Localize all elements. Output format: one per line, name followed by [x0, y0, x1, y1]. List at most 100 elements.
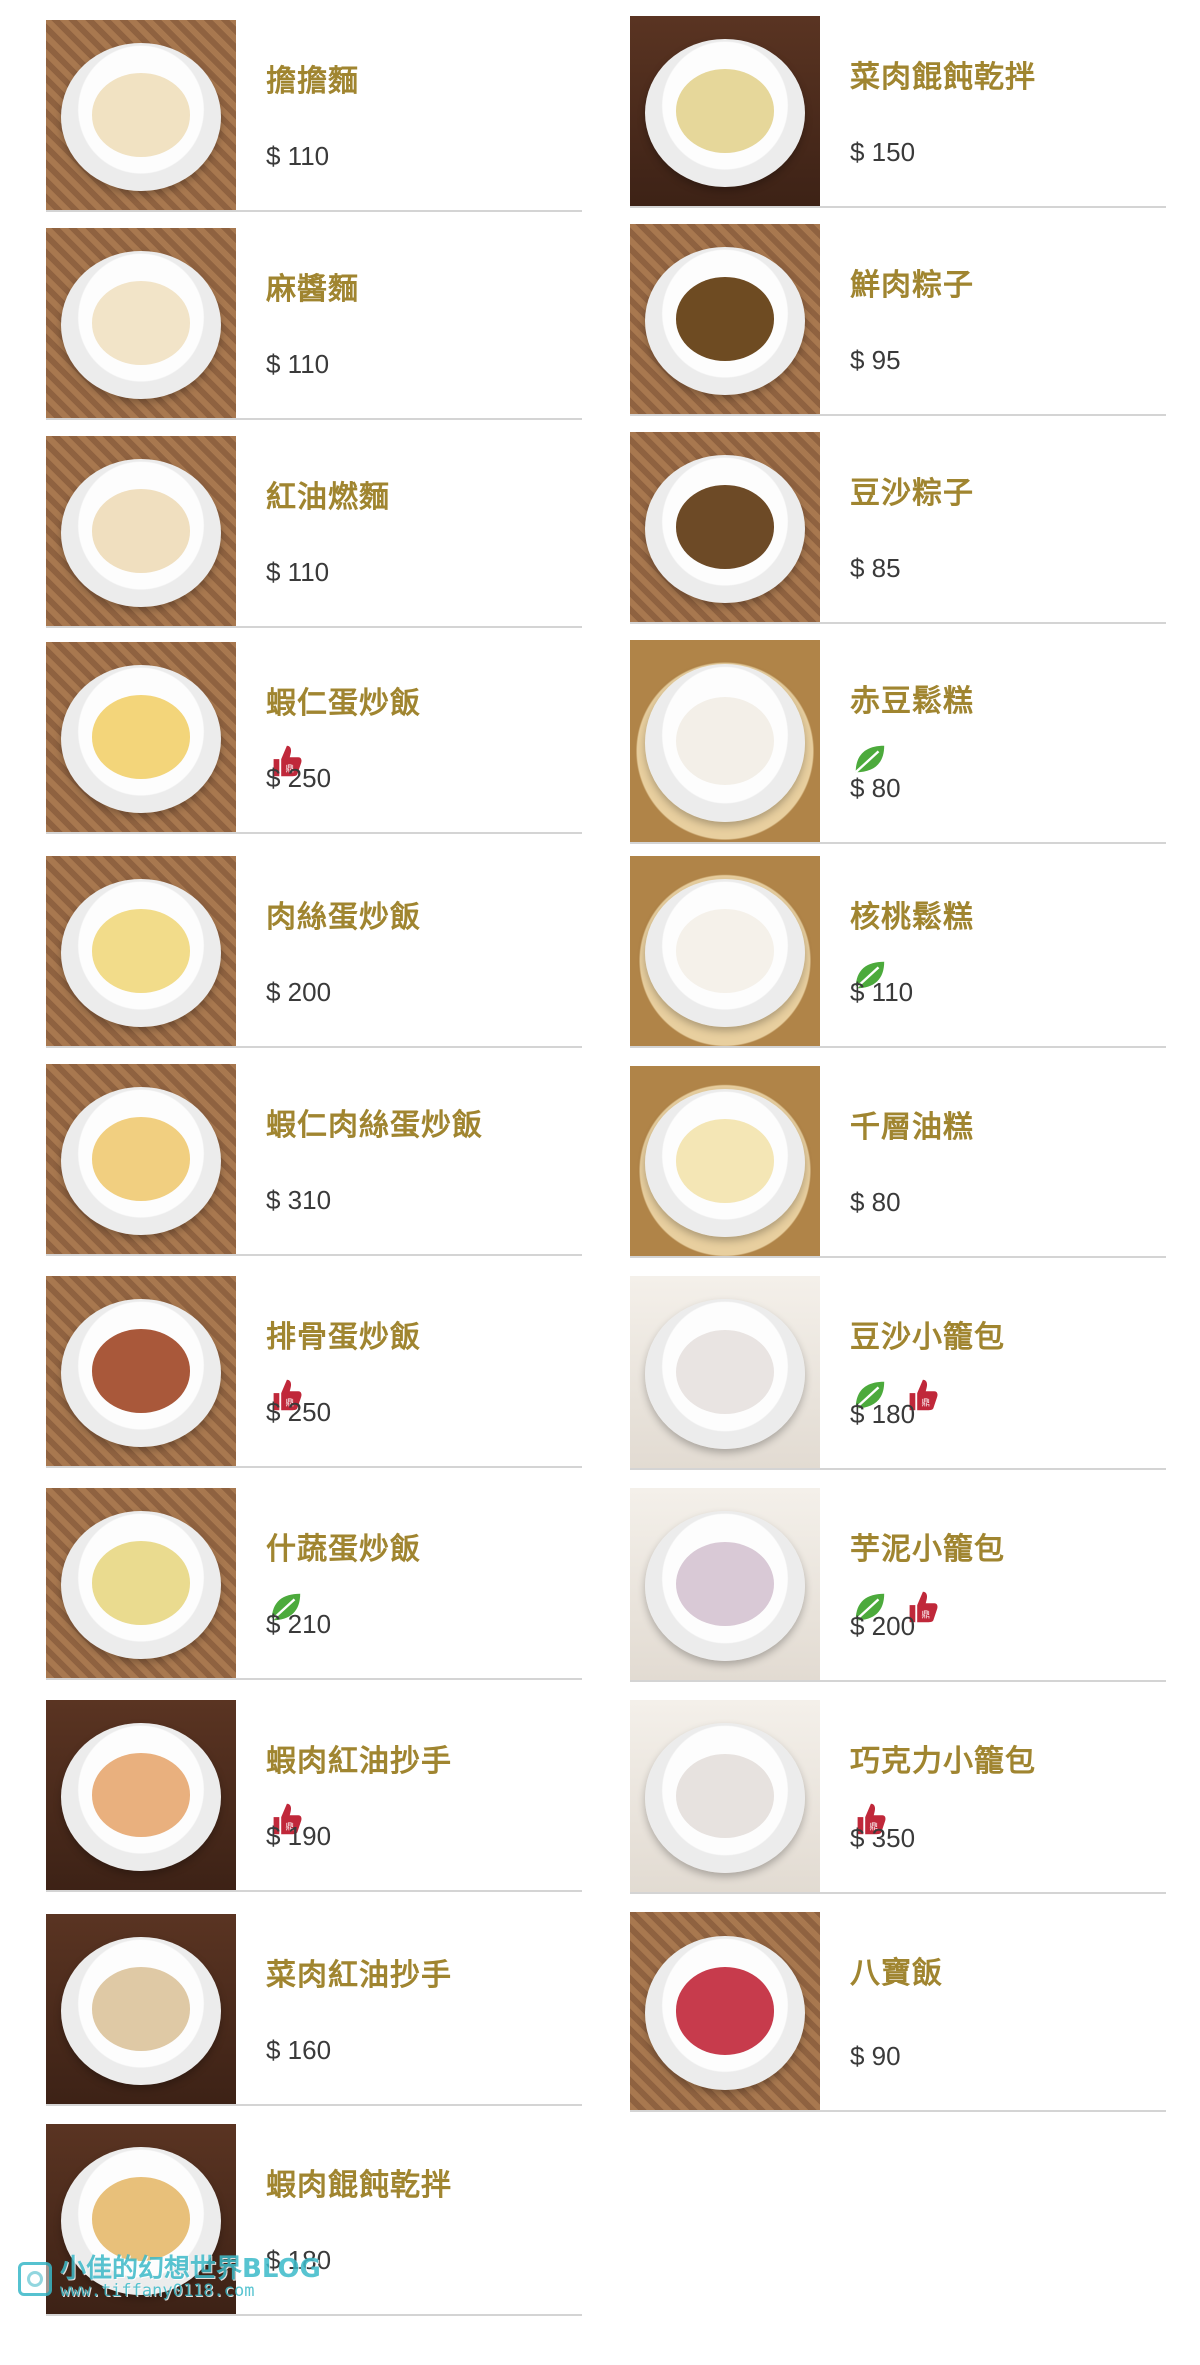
dish-price: $ 200	[266, 977, 332, 1007]
dish-name: 蝦仁肉絲蛋炒飯	[266, 1108, 483, 1143]
dish-name: 紅油燃麵	[266, 480, 390, 515]
food	[675, 1119, 775, 1203]
dish-name: 排骨蛋炒飯	[266, 1320, 421, 1355]
dish-price: $ 85	[850, 553, 901, 583]
dish-price: $ 190	[266, 1821, 332, 1851]
dish-photo	[46, 856, 236, 1046]
dish-price: $ 90	[850, 2041, 901, 2071]
food	[91, 695, 191, 779]
food	[91, 281, 191, 365]
dish-price: $ 350	[850, 1823, 916, 1853]
dish-photo	[46, 1914, 236, 2104]
menu-item-card[interactable]: 核桃鬆糕 $ 110	[630, 856, 1166, 1048]
dish-photo	[630, 856, 820, 1046]
dish-name: 菜肉餛飩乾拌	[850, 60, 1036, 95]
dish-name: 豆沙粽子	[850, 476, 974, 511]
food	[91, 489, 191, 573]
dish-name: 鮮肉粽子	[850, 268, 974, 303]
food	[675, 696, 775, 786]
dish-photo	[630, 1912, 820, 2110]
dish-name: 赤豆鬆糕	[850, 684, 974, 719]
food	[91, 909, 191, 993]
dish-name: 蝦肉餛飩乾拌	[266, 2168, 452, 2203]
menu-item-card[interactable]: 什蔬蛋炒飯 $ 210	[46, 1488, 582, 1680]
menu-item-card[interactable]: 赤豆鬆糕 $ 80	[630, 640, 1166, 844]
menu-item-card[interactable]: 蝦肉紅油抄手鼎 $ 190	[46, 1700, 582, 1892]
dish-name: 麻醬麵	[266, 272, 359, 307]
dish-price: $ 80	[850, 1187, 901, 1217]
food	[675, 485, 775, 569]
dish-price: $ 95	[850, 345, 901, 375]
food	[675, 1967, 775, 2055]
dish-price: $ 310	[266, 1185, 332, 1215]
dish-name: 菜肉紅油抄手	[266, 1958, 452, 1993]
dish-photo	[46, 20, 236, 210]
food	[91, 1753, 191, 1837]
food	[91, 73, 191, 157]
dish-name: 芋泥小籠包	[850, 1532, 1005, 1567]
dish-price: $ 160	[266, 2035, 332, 2065]
dish-name: 擔擔麵	[266, 64, 359, 99]
food	[675, 1541, 775, 1627]
dish-price: $ 150	[850, 137, 916, 167]
food	[675, 909, 775, 993]
menu-item-card[interactable]: 千層油糕 $ 80	[630, 1066, 1166, 1258]
dish-name: 豆沙小籠包	[850, 1320, 1005, 1355]
dish-name: 蝦肉紅油抄手	[266, 1744, 452, 1779]
dish-name: 千層油糕	[850, 1110, 974, 1145]
food	[91, 1967, 191, 2051]
food	[675, 1329, 775, 1415]
dish-photo	[630, 1700, 820, 1892]
dish-photo	[46, 1064, 236, 1254]
food	[675, 69, 775, 153]
svg-text:鼎: 鼎	[921, 1609, 930, 1620]
menu-item-card[interactable]: 菜肉紅油抄手 $ 160	[46, 1914, 582, 2106]
dish-price: $ 110	[266, 557, 330, 587]
menu-item-card[interactable]: 菜肉餛飩乾拌 $ 150	[630, 16, 1166, 208]
dish-price: $ 110	[850, 977, 914, 1007]
dish-photo	[46, 642, 236, 832]
food	[675, 1753, 775, 1839]
dish-name: 肉絲蛋炒飯	[266, 900, 421, 935]
dish-photo	[630, 640, 820, 842]
menu-item-card[interactable]: 八寶飯 $ 90	[630, 1912, 1166, 2112]
dish-photo	[630, 432, 820, 622]
dish-price: $ 180	[850, 1399, 916, 1429]
dish-name: 巧克力小籠包	[850, 1744, 1036, 1779]
watermark-url: www.tiffany0118.com	[60, 2281, 255, 2302]
food	[91, 1117, 191, 1201]
blog-watermark: 小佳的幻想世界BLOG www.tiffany0118.com	[18, 2254, 321, 2302]
blog-logo-icon	[18, 2261, 52, 2296]
svg-text:鼎: 鼎	[921, 1397, 930, 1408]
menu-item-card[interactable]: 鮮肉粽子 $ 95	[630, 224, 1166, 416]
menu-item-card[interactable]: 蝦仁肉絲蛋炒飯 $ 310	[46, 1064, 582, 1256]
dish-price: $ 110	[266, 141, 330, 171]
dish-price: $ 110	[266, 349, 330, 379]
menu-item-card[interactable]: 蝦仁蛋炒飯鼎 $ 250	[46, 642, 582, 834]
dish-name: 核桃鬆糕	[850, 900, 974, 935]
dish-photo	[630, 16, 820, 206]
dish-photo	[630, 224, 820, 414]
menu-item-card[interactable]: 豆沙小籠包鼎 $ 180	[630, 1276, 1166, 1470]
dish-name: 蝦仁蛋炒飯	[266, 686, 421, 721]
dish-price: $ 80	[850, 773, 901, 803]
watermark-title: 小佳的幻想世界BLOG	[60, 2254, 321, 2284]
menu-item-card[interactable]: 豆沙粽子 $ 85	[630, 432, 1166, 624]
dish-photo	[46, 436, 236, 626]
dish-photo	[630, 1066, 820, 1256]
dish-photo	[630, 1488, 820, 1680]
menu-item-card[interactable]: 紅油燃麵 $ 110	[46, 436, 582, 628]
menu-item-card[interactable]: 麻醬麵 $ 110	[46, 228, 582, 420]
dish-name: 八寶飯	[850, 1956, 943, 1991]
menu-item-card[interactable]: 芋泥小籠包鼎 $ 200	[630, 1488, 1166, 1682]
menu-item-card[interactable]: 巧克力小籠包鼎 $ 350	[630, 1700, 1166, 1894]
menu-item-card[interactable]: 排骨蛋炒飯鼎 $ 250	[46, 1276, 582, 1468]
menu-item-card[interactable]: 肉絲蛋炒飯 $ 200	[46, 856, 582, 1048]
dish-price: $ 210	[266, 1609, 332, 1639]
dish-photo	[46, 1276, 236, 1466]
food	[675, 277, 775, 361]
food	[91, 2177, 191, 2261]
dish-photo	[630, 1276, 820, 1468]
dish-price: $ 200	[850, 1611, 916, 1641]
menu-item-card[interactable]: 擔擔麵 $ 110	[46, 20, 582, 212]
